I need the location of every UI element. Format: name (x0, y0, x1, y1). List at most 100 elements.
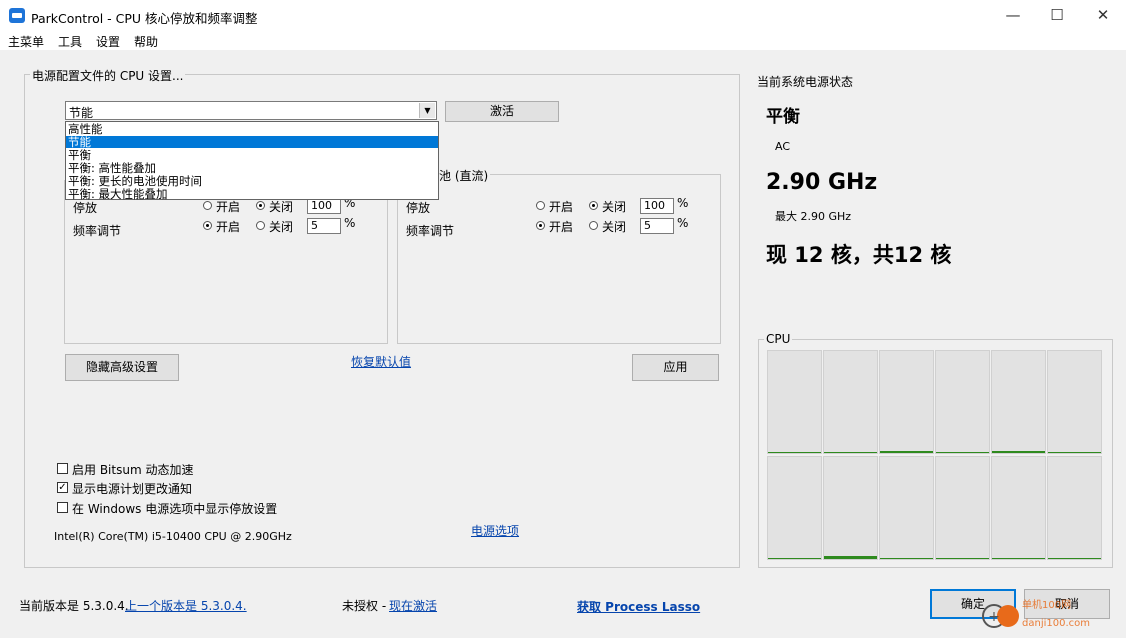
cpu-core-cell (1047, 456, 1102, 560)
apply-button[interactable]: 应用 (632, 354, 719, 381)
dc-freq-pct: % (677, 216, 689, 230)
app-icon (9, 8, 25, 23)
dropdown-option-selected[interactable]: 节能 (66, 136, 438, 148)
svg-text:+: + (988, 609, 1000, 625)
hide-advanced-button[interactable]: 隐藏高级设置 (65, 354, 179, 381)
minimize-button[interactable]: — (990, 0, 1036, 31)
ac-freq-pct: % (344, 216, 356, 230)
dc-freq-off-label: 关闭 (602, 220, 627, 234)
activate-now-link[interactable]: 现在激活 (389, 597, 437, 614)
current-frequency: 2.90 GHz (766, 170, 878, 195)
watermark-logo: + (980, 597, 1020, 635)
ac-park-on-label: 开启 (216, 200, 241, 214)
power-options-link[interactable]: 电源选项 (471, 522, 519, 539)
cpu-usage-label: CPU (764, 332, 793, 346)
dropdown-option[interactable]: 高性能 (66, 123, 440, 135)
maximize-button[interactable]: ☐ (1034, 0, 1080, 31)
activate-button[interactable]: 激活 (445, 101, 559, 122)
dc-park-off-radio[interactable] (589, 201, 598, 210)
dc-freq-on-radio[interactable] (536, 221, 545, 230)
cpu-core-usage-bar (768, 452, 821, 453)
profile-group-label: 电源配置文件的 CPU 设置... (30, 67, 186, 84)
ac-freq-on-label: 开启 (216, 220, 241, 234)
cpu-core-usage-bar (824, 452, 877, 453)
menu-main[interactable]: 主菜单 (8, 33, 44, 50)
notify-label: 显示电源计划更改通知 (72, 482, 193, 496)
cpu-core-usage-bar (936, 452, 989, 453)
dropdown-option[interactable]: 平衡: 最大性能叠加 (66, 188, 440, 200)
notify-checkbox[interactable]: ✓ (57, 482, 68, 493)
dc-park-on-label: 开启 (549, 200, 574, 214)
show-in-windows-checkbox[interactable] (57, 502, 68, 513)
ac-park-off-label: 关闭 (269, 200, 294, 214)
window-title: ParkControl - CPU 核心停放和频率调整 (31, 11, 258, 26)
cpu-core-cell (823, 456, 878, 560)
profile-select-value: 节能 (69, 106, 94, 120)
core-count: 现 12 核，共12 核 (766, 243, 952, 267)
cpu-core-cell (823, 350, 878, 454)
unlicensed-text: 未授权 - (342, 599, 387, 613)
menu-tools[interactable]: 工具 (58, 33, 82, 50)
cpu-core-cell (935, 456, 990, 560)
cpu-core-usage-bar (880, 451, 933, 453)
ac-park-label: 停放 (73, 201, 98, 215)
watermark-text: 单机100网 danji100.com (1022, 600, 1090, 629)
menu-help[interactable]: 帮助 (134, 33, 158, 50)
cpu-core-cell (991, 350, 1046, 454)
prev-version-link[interactable]: 上一个版本是 5.3.0.4. (125, 597, 247, 614)
menu-settings[interactable]: 设置 (96, 33, 120, 50)
dc-freq-off-radio[interactable] (589, 221, 598, 230)
cpu-core-usage-bar (992, 558, 1045, 559)
ac-park-off-radio[interactable] (256, 201, 265, 210)
power-plan-name: 平衡 (766, 107, 800, 127)
dropdown-option[interactable]: 平衡 (66, 149, 440, 161)
ac-park-input[interactable]: 100 (307, 198, 341, 214)
max-frequency: 最大 2.90 GHz (775, 210, 852, 223)
dc-freq-label: 频率调节 (406, 224, 455, 238)
cpu-core-cell (991, 456, 1046, 560)
restore-defaults-link[interactable]: 恢复默认值 (351, 353, 411, 370)
cpu-core-usage-bar (824, 556, 877, 559)
ac-freq-off-label: 关闭 (269, 220, 294, 234)
ac-freq-on-radio[interactable] (203, 221, 212, 230)
cpu-core-usage-bar (768, 558, 821, 559)
cpu-core-cell (767, 350, 822, 454)
profile-select[interactable]: 节能 ▼ (65, 101, 437, 120)
dc-park-label: 停放 (406, 201, 431, 215)
get-process-lasso-link[interactable]: 获取 Process Lasso (577, 598, 700, 615)
cpu-core-cell (767, 456, 822, 560)
cpu-core-usage-bar (1048, 558, 1101, 559)
cpu-core-cell (1047, 350, 1102, 454)
dropdown-option[interactable]: 平衡: 高性能叠加 (66, 162, 440, 174)
dropdown-option[interactable]: 平衡: 更长的电池使用时间 (66, 175, 440, 187)
cpu-core-usage-bar (1048, 452, 1101, 453)
ac-freq-label: 频率调节 (73, 224, 122, 238)
dc-freq-input[interactable]: 5 (640, 218, 674, 234)
cpu-core-usage-bar (880, 558, 933, 559)
cpu-name: Intel(R) Core(TM) i5-10400 CPU @ 2.90GHz (54, 530, 292, 543)
dc-park-on-radio[interactable] (536, 201, 545, 210)
cpu-core-cell (935, 350, 990, 454)
profile-dropdown-list: 高性能 节能 平衡 平衡: 高性能叠加 平衡: 更长的电池使用时间 平衡: 最大… (65, 121, 439, 200)
bitsum-label: 启用 Bitsum 动态加速 (72, 463, 194, 477)
dc-park-pct: % (677, 196, 689, 210)
ac-freq-input[interactable]: 5 (307, 218, 341, 234)
chevron-down-icon[interactable]: ▼ (419, 103, 435, 118)
menu-bar (0, 31, 1126, 50)
cpu-core-cell (879, 350, 934, 454)
cpu-core-usage-bar (992, 451, 1045, 453)
bitsum-checkbox[interactable] (57, 463, 68, 474)
dc-panel-label: 池 (直流) (437, 167, 491, 184)
ac-freq-off-radio[interactable] (256, 221, 265, 230)
cpu-core-cell (879, 456, 934, 560)
version-text: 当前版本是 5.3.0.4. (19, 599, 129, 613)
dc-freq-on-label: 开启 (549, 220, 574, 234)
close-button[interactable]: ✕ (1080, 0, 1126, 31)
show-in-windows-label: 在 Windows 电源选项中显示停放设置 (72, 502, 278, 516)
dc-park-input[interactable]: 100 (640, 198, 674, 214)
cpu-core-grid (767, 350, 1103, 560)
cpu-core-usage-bar (936, 558, 989, 559)
ac-park-on-radio[interactable] (203, 201, 212, 210)
status-heading: 当前系统电源状态 (757, 75, 854, 89)
dc-park-off-label: 关闭 (602, 200, 627, 214)
